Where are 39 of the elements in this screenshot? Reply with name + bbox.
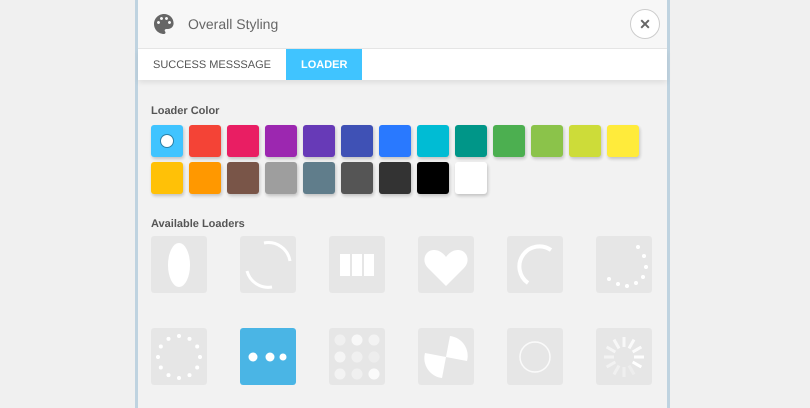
loader-option[interactable] bbox=[596, 236, 652, 293]
close-button[interactable]: × bbox=[630, 9, 660, 39]
loader-option[interactable] bbox=[151, 236, 207, 293]
color-swatch[interactable] bbox=[341, 162, 373, 194]
color-swatch[interactable] bbox=[303, 125, 335, 157]
loader-option[interactable] bbox=[596, 328, 652, 385]
loader-option[interactable] bbox=[418, 236, 474, 293]
color-swatch[interactable] bbox=[189, 162, 221, 194]
color-swatch[interactable] bbox=[455, 125, 487, 157]
panel-title: Overall Styling bbox=[188, 16, 280, 32]
color-swatch[interactable] bbox=[189, 125, 221, 157]
color-swatch[interactable] bbox=[227, 162, 259, 194]
color-swatch[interactable] bbox=[303, 162, 335, 194]
color-swatch[interactable] bbox=[151, 125, 183, 157]
color-swatch[interactable] bbox=[607, 125, 639, 157]
loader-option[interactable] bbox=[240, 328, 296, 385]
loader-option[interactable] bbox=[418, 328, 474, 385]
color-swatch[interactable] bbox=[379, 162, 411, 194]
loader-option[interactable] bbox=[151, 328, 207, 385]
loader-option[interactable] bbox=[240, 236, 296, 293]
color-swatch[interactable] bbox=[493, 125, 525, 157]
section-label: Loader Color bbox=[151, 105, 220, 117]
three-dots-icon bbox=[248, 352, 288, 362]
loader-option[interactable] bbox=[329, 236, 385, 293]
color-swatch[interactable] bbox=[265, 162, 297, 194]
color-swatch[interactable] bbox=[531, 125, 563, 157]
color-swatch[interactable] bbox=[417, 162, 449, 194]
color-swatch[interactable] bbox=[379, 125, 411, 157]
color-swatch[interactable] bbox=[455, 162, 487, 194]
color-swatch[interactable] bbox=[151, 162, 183, 194]
color-swatch[interactable] bbox=[417, 125, 449, 157]
color-swatch[interactable] bbox=[227, 125, 259, 157]
loader-option[interactable] bbox=[507, 236, 563, 293]
color-swatch[interactable] bbox=[265, 125, 297, 157]
palette-icon bbox=[152, 12, 176, 36]
section-label: Available Loaders bbox=[151, 218, 246, 230]
tab[interactable]: SUCCESS MESSSAGE bbox=[138, 49, 286, 80]
color-swatch[interactable] bbox=[569, 125, 601, 157]
color-swatch[interactable] bbox=[341, 125, 373, 157]
